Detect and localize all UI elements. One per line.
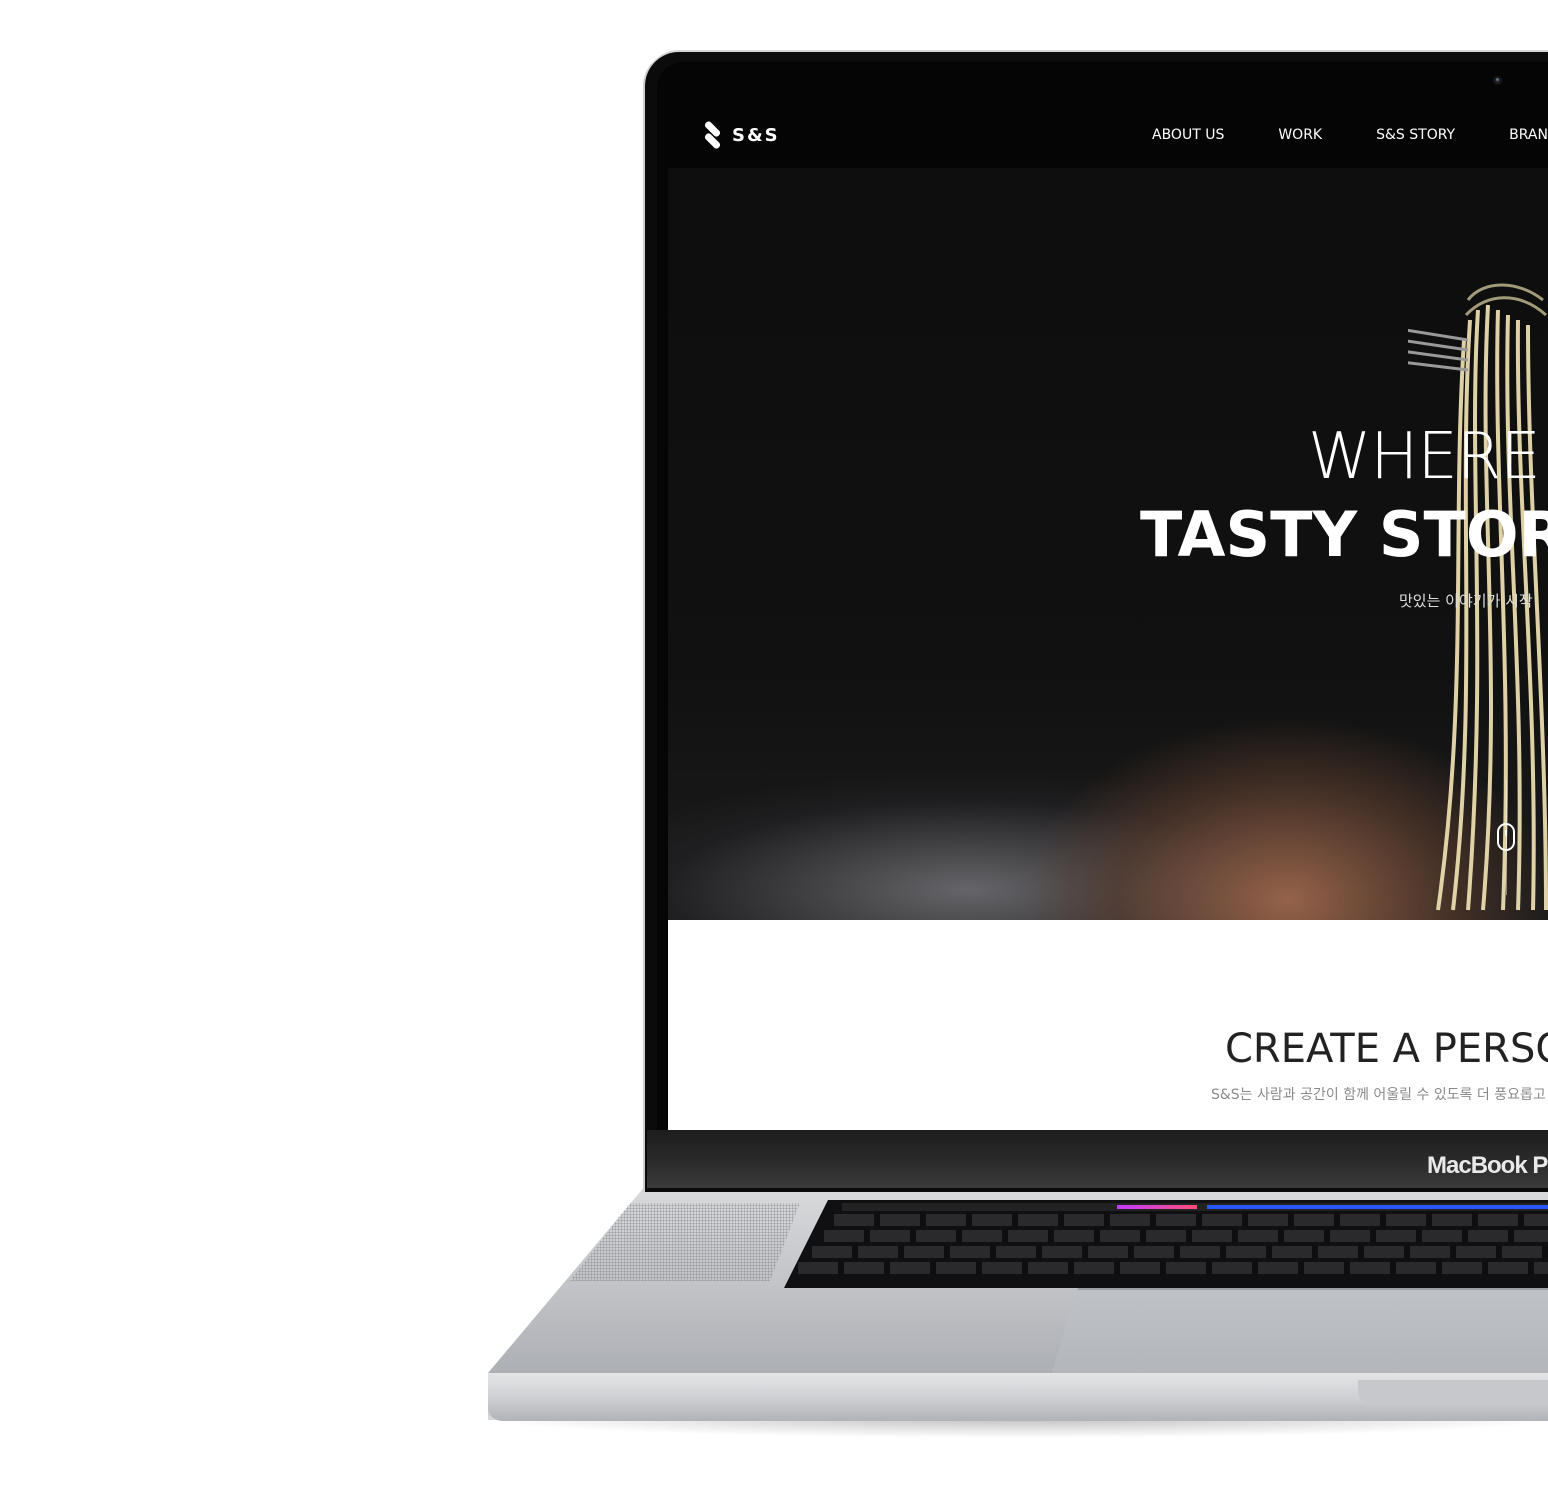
logo-mark-icon xyxy=(702,120,724,150)
speaker-grille xyxy=(570,1203,800,1281)
hero-heading-line1: WHERE xyxy=(1308,420,1541,494)
key-row xyxy=(824,1230,1548,1242)
section-subtitle: S&S는 사람과 공간이 함께 어울릴 수 있도록 더 풍요롭고 xyxy=(1211,1087,1546,1103)
site-logo[interactable]: S&S xyxy=(702,120,780,150)
key-row xyxy=(798,1262,1548,1274)
nav-item-work[interactable]: WORK xyxy=(1278,127,1322,143)
nav-item-brand[interactable]: BRAN xyxy=(1509,127,1548,143)
touch-bar-color-strip xyxy=(1117,1205,1197,1209)
laptop-screen: S&S ABOUT US WORK S&S STORY BRAN WHERE T… xyxy=(668,100,1548,1130)
keyboard xyxy=(784,1200,1548,1288)
key-row xyxy=(834,1214,1548,1226)
main-nav: ABOUT US WORK S&S STORY BRAN xyxy=(1152,127,1548,143)
intro-section: CREATE A PERSO S&S는 사람과 공간이 함께 어울릴 수 있도록… xyxy=(668,920,1548,1130)
logo-text: S&S xyxy=(732,124,780,146)
scroll-mouse-icon[interactable] xyxy=(1497,823,1515,851)
nav-item-ss-story[interactable]: S&S STORY xyxy=(1376,127,1455,143)
camera-icon xyxy=(1493,76,1502,85)
laptop-shadow xyxy=(470,1418,1548,1438)
nav-item-about-us[interactable]: ABOUT US xyxy=(1152,127,1224,143)
hero-section: S&S ABOUT US WORK S&S STORY BRAN WHERE T… xyxy=(668,100,1548,920)
mockup-stage: S&S ABOUT US WORK S&S STORY BRAN WHERE T… xyxy=(0,0,1548,1503)
site-header: S&S ABOUT US WORK S&S STORY BRAN xyxy=(668,100,1548,168)
laptop-chin xyxy=(647,1130,1548,1188)
touch-bar-slider xyxy=(1207,1205,1548,1209)
touch-bar xyxy=(842,1203,1548,1211)
hero-heading-line2: TASTY STOR xyxy=(1140,498,1548,571)
lid-opening-notch xyxy=(1358,1380,1548,1402)
device-label: MacBook P xyxy=(1427,1152,1548,1179)
hero-subtitle: 맛있는 이야기가 시작 xyxy=(1399,592,1533,610)
key-row xyxy=(812,1246,1548,1258)
section-title: CREATE A PERSO xyxy=(1225,1026,1548,1072)
trackpad xyxy=(1050,1288,1548,1378)
